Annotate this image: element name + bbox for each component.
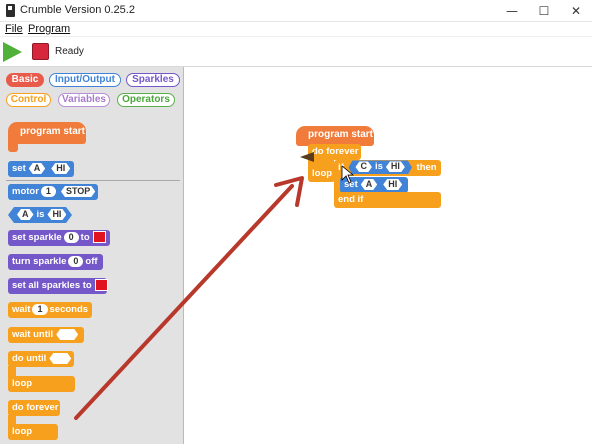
set-all-sparkles-label: set all sparkles to <box>12 280 92 291</box>
color-swatch[interactable] <box>92 231 106 244</box>
status-label: Ready <box>55 46 84 57</box>
close-button[interactable]: ✕ <box>560 0 592 22</box>
set-sparkle-block[interactable]: set sparkle 0 to <box>8 230 110 246</box>
sparkle-number-slot[interactable]: 0 <box>68 255 84 267</box>
app-icon <box>6 4 15 17</box>
if-label: if <box>338 162 344 173</box>
value-slot[interactable]: HI <box>51 163 70 174</box>
title-bar: Crumble Version 0.25.2 — ☐ ✕ <box>0 0 592 22</box>
do-until-label: do until <box>12 353 47 364</box>
script-program-start[interactable]: program start <box>296 126 374 146</box>
stop-icon[interactable] <box>32 43 49 60</box>
toolbar: Ready <box>0 37 592 67</box>
minimize-button[interactable]: — <box>496 0 528 22</box>
script-do-forever[interactable]: do forever <box>308 144 361 160</box>
play-icon[interactable] <box>3 42 22 62</box>
turn-sparkle-off-block[interactable]: turn sparkle 0 off <box>8 254 103 270</box>
to-label: to <box>80 232 90 243</box>
tab-operators[interactable]: Operators <box>117 93 175 107</box>
script-if-block[interactable]: if Cis HI then <box>334 160 441 176</box>
set-sparkle-label: set sparkle <box>12 232 62 243</box>
menu-bar: File Program <box>0 22 592 37</box>
wait-seconds-block[interactable]: wait 1 seconds <box>8 302 92 318</box>
tab-basic[interactable]: Basic <box>6 73 44 87</box>
pin-slot[interactable]: A <box>361 179 378 190</box>
condition-slot[interactable] <box>49 353 71 364</box>
then-label: then <box>416 162 437 173</box>
tab-variables[interactable]: Variables <box>58 93 110 107</box>
is-label: is <box>36 209 45 220</box>
pin-slot[interactable]: A <box>29 163 46 174</box>
motor-label: motor <box>12 186 39 197</box>
tab-sparkles[interactable]: Sparkles <box>126 73 180 87</box>
set-all-sparkles-block[interactable]: set all sparkles to <box>8 278 108 294</box>
script-loop: loop <box>308 166 335 182</box>
value-slot[interactable]: HI <box>386 161 405 172</box>
wait-label: wait <box>12 304 31 315</box>
turn-sparkle-label: turn sparkle <box>12 256 67 267</box>
is-label: is <box>374 161 383 173</box>
motor-state-slot[interactable]: STOP <box>61 186 95 197</box>
maximize-button[interactable]: ☐ <box>528 0 560 22</box>
value-slot[interactable]: HI <box>47 209 66 220</box>
program-start-block[interactable]: program start <box>8 122 86 144</box>
do-until-loop: loop <box>8 376 75 392</box>
program-start-tab <box>8 142 18 152</box>
color-swatch[interactable] <box>94 279 108 292</box>
do-until-block[interactable]: do until <box>8 351 74 367</box>
motor-block[interactable]: motor 1 STOP <box>8 184 98 200</box>
script-end-if: end if <box>334 192 441 208</box>
wait-until-block[interactable]: wait until <box>8 327 84 343</box>
off-label: off <box>85 256 98 267</box>
do-forever-block[interactable]: do forever <box>8 400 60 416</box>
pin-slot[interactable]: C <box>355 161 372 172</box>
menu-file[interactable]: File <box>5 23 23 35</box>
condition-slot[interactable] <box>56 329 78 340</box>
tab-control[interactable]: Control <box>6 93 51 107</box>
script-set-block[interactable]: set A HI <box>340 177 408 193</box>
set-label: set <box>12 163 26 174</box>
set-label: set <box>344 179 358 190</box>
is-pin-block[interactable]: Ais HI <box>8 207 72 223</box>
wait-until-label: wait until <box>12 329 54 340</box>
value-slot[interactable]: HI <box>383 179 402 190</box>
motor-number-slot[interactable]: 1 <box>40 185 56 197</box>
script-condition[interactable]: Cis HI <box>348 160 411 174</box>
set-pin-block[interactable]: set A HI <box>8 161 74 177</box>
palette-divider <box>6 180 180 181</box>
seconds-label: seconds <box>49 304 89 315</box>
wait-number-slot[interactable]: 1 <box>32 303 48 315</box>
pin-slot[interactable]: A <box>17 209 34 220</box>
sparkle-number-slot[interactable]: 0 <box>63 231 79 243</box>
menu-program[interactable]: Program <box>28 23 70 35</box>
tab-input-output[interactable]: Input/Output <box>49 73 121 87</box>
window-title: Crumble Version 0.25.2 <box>20 4 135 16</box>
do-forever-loop: loop <box>8 424 58 440</box>
